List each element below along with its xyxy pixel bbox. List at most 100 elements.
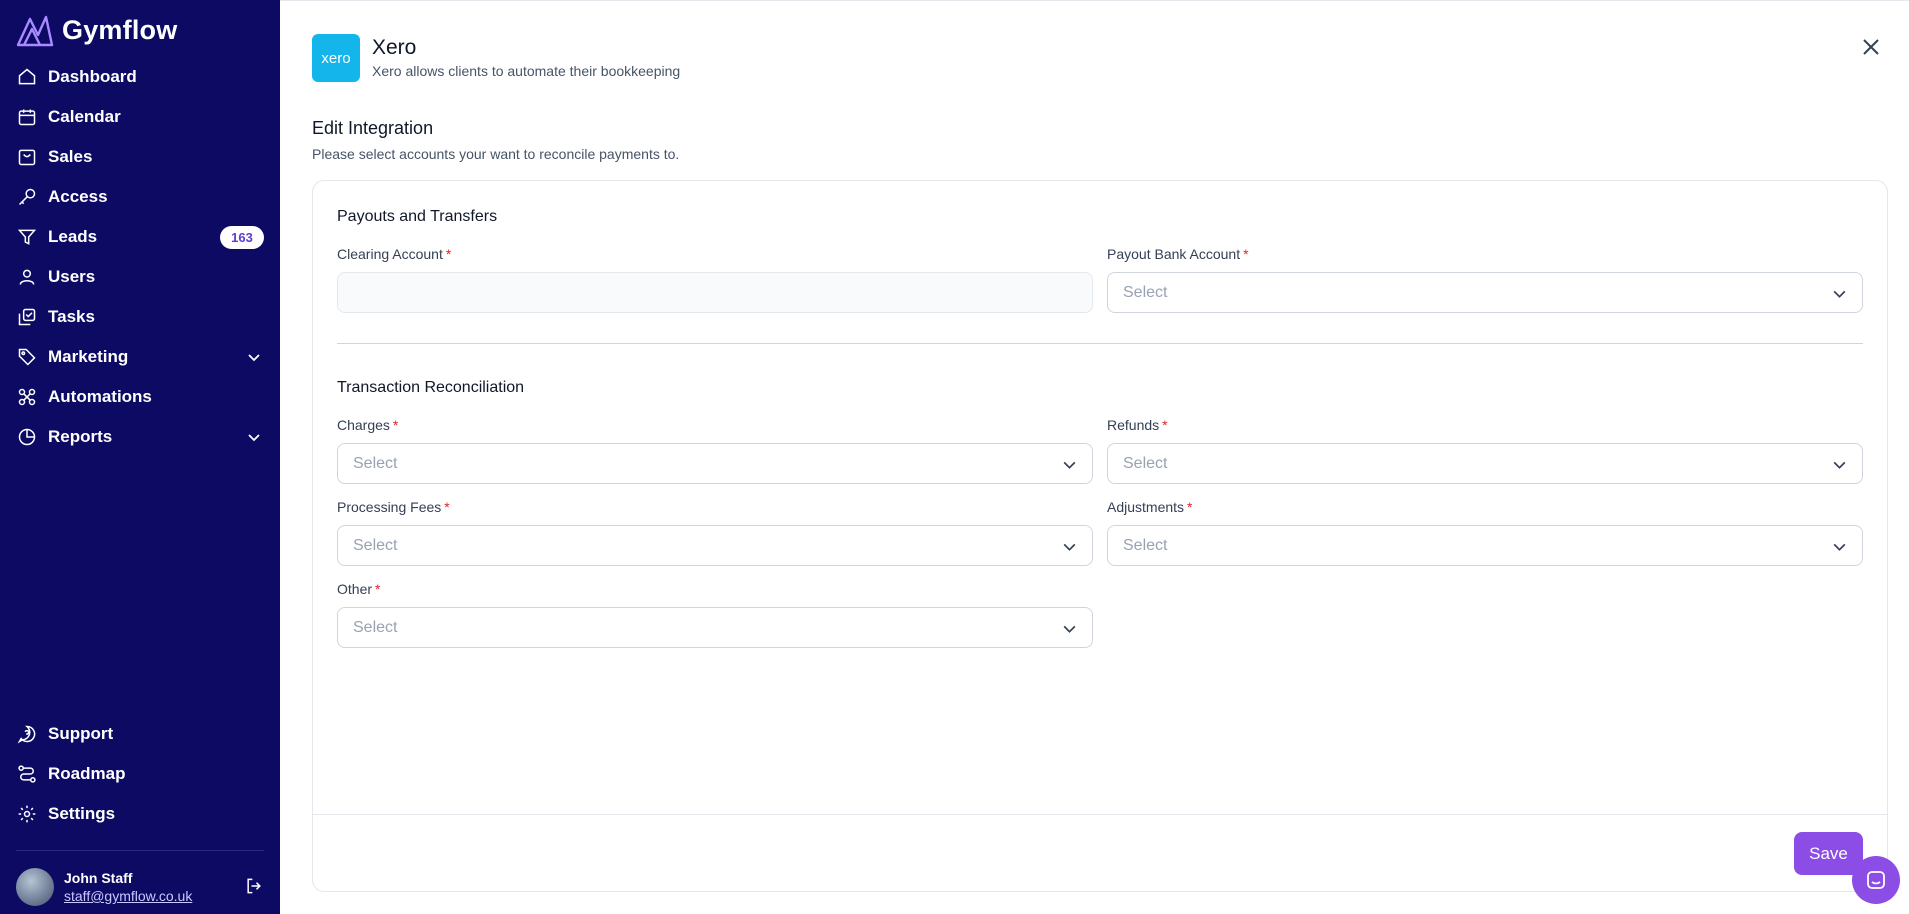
integration-form: Payouts and Transfers Clearing Account * … bbox=[312, 180, 1888, 892]
calendar-icon bbox=[16, 106, 38, 128]
other-label: Other * bbox=[337, 581, 380, 597]
main-nav: Dashboard Calendar Sales Access Leads 16… bbox=[0, 57, 280, 457]
nav-label: Settings bbox=[48, 804, 116, 823]
home-icon bbox=[16, 66, 38, 88]
user-profile[interactable]: John Staff staff@gymflow.co.uk bbox=[16, 866, 264, 908]
select-placeholder: Select bbox=[1123, 454, 1168, 472]
required-mark: * bbox=[392, 417, 399, 433]
label-text: Charges bbox=[337, 417, 390, 433]
sidebar-divider bbox=[16, 850, 264, 851]
user-info: John Staff staff@gymflow.co.uk bbox=[64, 869, 192, 905]
gymflow-logo-icon bbox=[16, 15, 54, 47]
chevron-down-icon[interactable] bbox=[246, 349, 262, 365]
users-icon bbox=[16, 266, 38, 288]
nav-label: Access bbox=[48, 187, 108, 206]
nav-item-settings[interactable]: Settings bbox=[0, 794, 280, 834]
nav-item-access[interactable]: Access bbox=[0, 177, 280, 217]
nav-label: Support bbox=[48, 724, 114, 743]
required-mark: * bbox=[445, 246, 452, 262]
required-mark: * bbox=[1162, 417, 1168, 433]
clearing-account-label: Clearing Account * bbox=[337, 246, 451, 262]
reconciliation-section-title: Transaction Reconciliation bbox=[337, 379, 525, 396]
key-icon bbox=[16, 186, 38, 208]
clearing-account-input[interactable] bbox=[337, 272, 1093, 313]
other-select[interactable]: Select bbox=[337, 607, 1093, 648]
nav-item-leads[interactable]: Leads 163 bbox=[0, 217, 280, 257]
support-icon bbox=[16, 723, 38, 745]
section-divider bbox=[337, 343, 1863, 344]
chevron-down-icon bbox=[1063, 461, 1076, 469]
app-name: Gymflow bbox=[62, 14, 178, 45]
main-content: xero Xero Xero allows clients to automat… bbox=[280, 0, 1909, 914]
nav-label: Reports bbox=[48, 427, 113, 446]
automations-icon bbox=[16, 386, 38, 408]
nav-item-tasks[interactable]: Tasks bbox=[0, 297, 280, 337]
processing-fees-select[interactable]: Select bbox=[337, 525, 1093, 566]
user-name: John Staff bbox=[64, 870, 133, 886]
refunds-select[interactable]: Select bbox=[1107, 443, 1863, 484]
payouts-section-title: Payouts and Transfers bbox=[337, 208, 498, 225]
integration-description: Xero allows clients to automate their bo… bbox=[372, 63, 681, 79]
nav-item-marketing[interactable]: Marketing bbox=[0, 337, 280, 377]
close-icon[interactable] bbox=[1859, 35, 1883, 59]
required-mark: * bbox=[444, 499, 450, 515]
select-placeholder: Select bbox=[353, 454, 398, 472]
nav-label: Leads bbox=[48, 227, 98, 246]
user-email[interactable]: staff@gymflow.co.uk bbox=[64, 887, 192, 905]
integration-name: Xero bbox=[372, 36, 417, 59]
gear-icon bbox=[16, 803, 38, 825]
chevron-down-icon bbox=[1833, 290, 1846, 298]
charges-select[interactable]: Select bbox=[337, 443, 1093, 484]
nav-item-sales[interactable]: Sales bbox=[0, 137, 280, 177]
label-text: Refunds bbox=[1107, 417, 1160, 433]
nav-label: Sales bbox=[48, 147, 93, 166]
nav-item-support[interactable]: Support bbox=[0, 714, 280, 754]
logout-icon[interactable] bbox=[244, 876, 264, 896]
chevron-down-icon bbox=[1063, 543, 1076, 551]
label-text: Processing Fees bbox=[337, 499, 442, 515]
label-text: Other bbox=[337, 581, 373, 597]
pie-chart-icon bbox=[16, 426, 38, 448]
adjustments-select[interactable]: Select bbox=[1107, 525, 1863, 566]
nav-label: Automations bbox=[48, 387, 152, 406]
secondary-nav: Support Roadmap Settings bbox=[0, 714, 280, 834]
processing-fees-label: Processing Fees * bbox=[337, 499, 450, 515]
gymflow-logo[interactable]: Gymflow bbox=[16, 12, 177, 48]
chat-support-button[interactable] bbox=[1852, 856, 1900, 904]
filter-icon bbox=[16, 226, 38, 248]
nav-label: Users bbox=[48, 267, 96, 286]
label-text: Adjustments bbox=[1107, 499, 1185, 515]
roadmap-icon bbox=[16, 763, 38, 785]
select-placeholder: Select bbox=[1123, 283, 1168, 301]
xero-logo-text: xero bbox=[321, 49, 351, 67]
nav-item-reports[interactable]: Reports bbox=[0, 417, 280, 457]
chevron-down-icon bbox=[1833, 461, 1846, 469]
tag-icon bbox=[16, 346, 38, 368]
leads-count-badge: 163 bbox=[220, 226, 264, 249]
nav-item-roadmap[interactable]: Roadmap bbox=[0, 754, 280, 794]
page-title: Edit Integration bbox=[312, 118, 434, 138]
select-placeholder: Select bbox=[1123, 536, 1168, 554]
save-button[interactable]: Save bbox=[1794, 832, 1863, 875]
refunds-label: Refunds * bbox=[1107, 417, 1168, 433]
avatar bbox=[16, 868, 54, 906]
select-placeholder: Select bbox=[353, 618, 398, 636]
payout-bank-account-select[interactable]: Select bbox=[1107, 272, 1863, 313]
chat-icon bbox=[1867, 871, 1885, 889]
nav-item-calendar[interactable]: Calendar bbox=[0, 97, 280, 137]
chevron-down-icon bbox=[1833, 543, 1846, 551]
nav-item-automations[interactable]: Automations bbox=[0, 377, 280, 417]
label-text: Clearing Account bbox=[337, 246, 443, 262]
tasks-icon bbox=[16, 306, 38, 328]
chevron-down-icon[interactable] bbox=[246, 429, 262, 445]
nav-label: Roadmap bbox=[48, 764, 126, 783]
nav-label: Dashboard bbox=[48, 67, 137, 86]
nav-item-dashboard[interactable]: Dashboard bbox=[0, 57, 280, 97]
required-mark: * bbox=[375, 581, 381, 597]
sidebar: Gymflow Dashboard Calendar Sales Access … bbox=[0, 0, 280, 914]
nav-label: Marketing bbox=[48, 347, 129, 366]
adjustments-label: Adjustments * bbox=[1107, 499, 1193, 515]
required-mark: * bbox=[1187, 499, 1193, 515]
nav-label: Tasks bbox=[48, 307, 95, 326]
nav-item-users[interactable]: Users bbox=[0, 257, 280, 297]
